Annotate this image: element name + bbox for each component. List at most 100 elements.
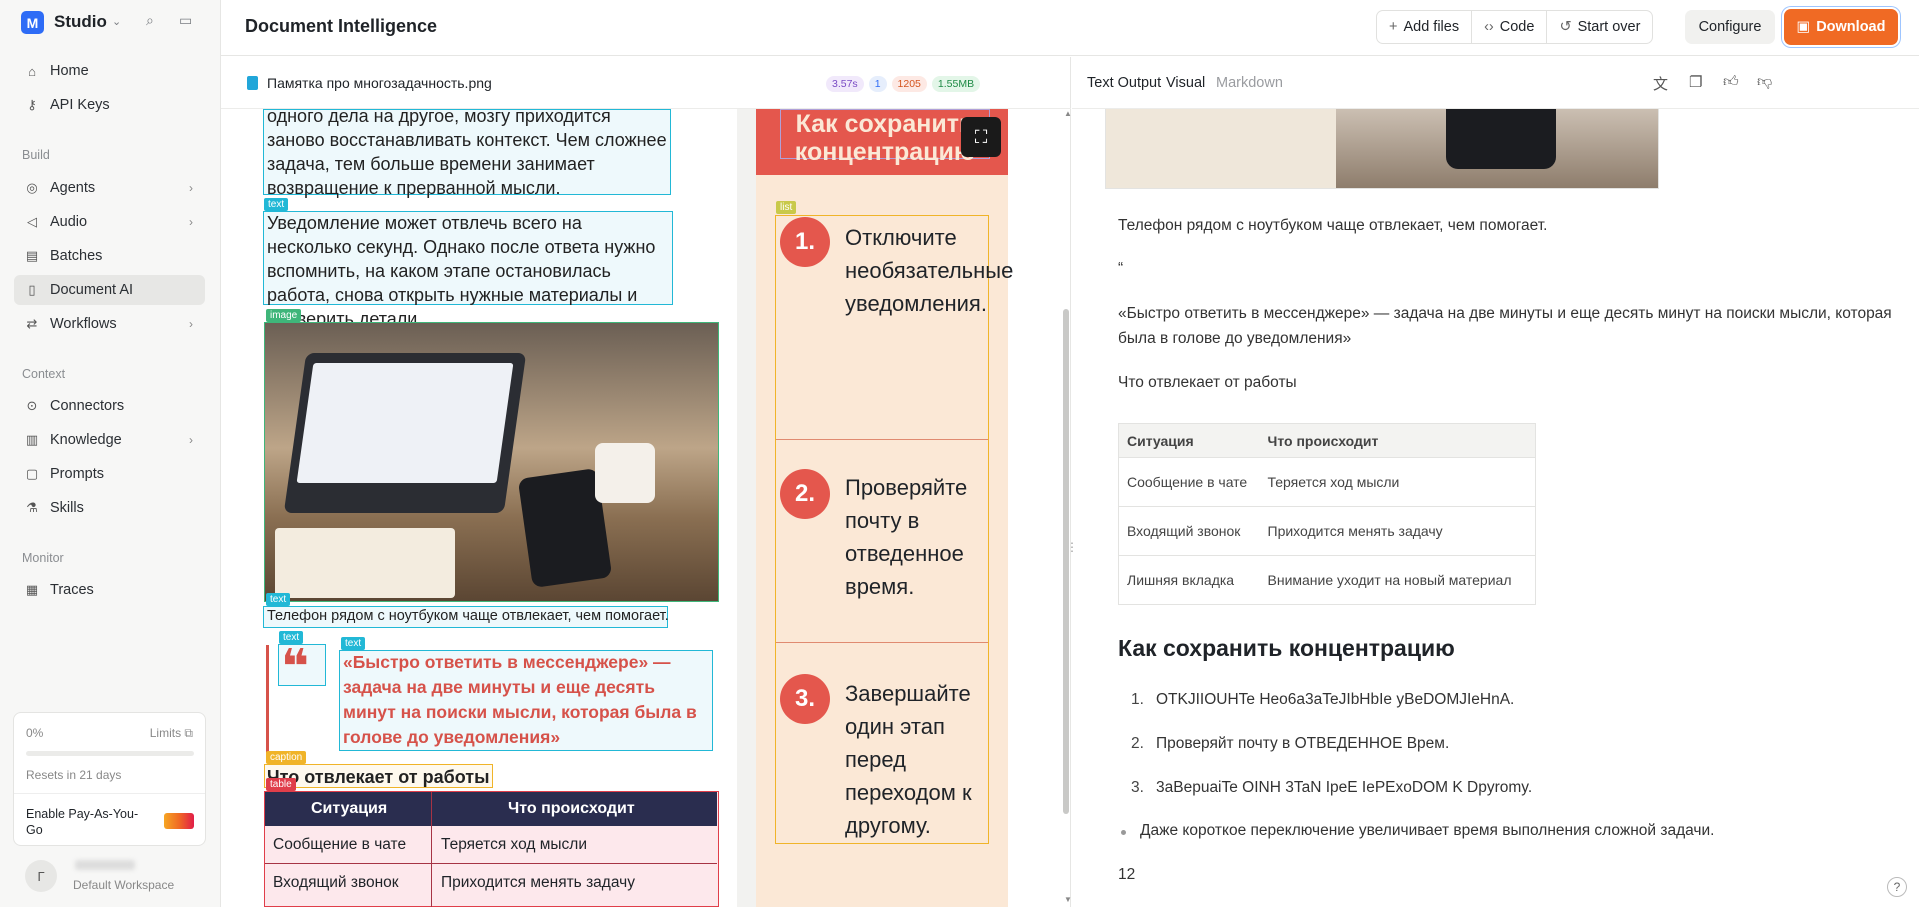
bullet-icon xyxy=(1121,830,1126,835)
workspace-switcher[interactable]: Г Default Workspace xyxy=(13,856,206,898)
resize-handle-icon[interactable]: ⋮ xyxy=(1066,540,1078,554)
table-highlight[interactable]: Ситуация Что происходит Сообщение в чате… xyxy=(264,791,719,907)
add-files-button[interactable]: + Add files xyxy=(1377,11,1473,43)
copy-icon[interactable]: ❐ xyxy=(1689,73,1702,91)
start-over-button[interactable]: ↺ Start over xyxy=(1547,11,1652,43)
output-table: Ситуация Что происходит Сообщение в чате Т… xyxy=(1118,423,1536,605)
list-step: Проверяйте почту в отведенное время. xyxy=(845,475,968,599)
table-cell: Входящий звонок xyxy=(273,874,399,891)
translate-icon[interactable]: 文 xyxy=(1653,73,1668,94)
sidebar-item-label: API Keys xyxy=(50,97,110,113)
sidebar-item-label: Traces xyxy=(50,582,94,598)
table-cell: Сообщение в чате xyxy=(273,836,407,853)
tab-text-output[interactable]: Text Output xyxy=(1087,75,1161,91)
tab-markdown[interactable]: Markdown xyxy=(1216,75,1283,91)
table-cell: Внимание уходит на новый материал xyxy=(1259,555,1536,605)
sidebar-item-label: Home xyxy=(50,63,89,79)
chevron-right-icon: › xyxy=(189,317,193,331)
external-link-icon: ⧉ xyxy=(184,726,193,740)
sidebar-item-label: Connectors xyxy=(50,398,125,414)
app-name[interactable]: Studio xyxy=(54,12,107,32)
document-paragraph: Уведомление может отвлечь всего на неско… xyxy=(267,213,656,329)
table-caption: Что отвлекает от работы xyxy=(267,767,490,787)
sidebar-item-document-ai[interactable]: ▯ Document AI xyxy=(14,275,205,305)
chevron-right-icon: › xyxy=(189,181,193,195)
file-icon xyxy=(247,76,258,90)
configure-button[interactable]: Configure xyxy=(1685,10,1775,44)
list-step: Отключите необязательные уведомления. xyxy=(845,225,1014,316)
thumbs-down-icon[interactable]: 👎︎ xyxy=(1757,73,1772,91)
table-row: Лишняя вкладка Внимание уходит на новый м… xyxy=(1118,555,1536,605)
sidebar-toggle-icon[interactable]: ▭ xyxy=(179,12,192,29)
document-paragraph: одного дела на другое, мозгу приходится … xyxy=(267,109,667,198)
sidebar-item-home[interactable]: ⌂ Home xyxy=(14,56,205,86)
sidebar-item-label: Skills xyxy=(50,500,84,516)
code-button[interactable]: ‹› Code xyxy=(1472,11,1548,43)
download-button[interactable]: ▣ Download xyxy=(1784,9,1898,45)
sidebar-item-skills[interactable]: ⚗ Skills xyxy=(14,493,205,523)
step-number: 2. xyxy=(780,469,830,519)
block-tag: list xyxy=(776,201,797,214)
sidebar-item-traces[interactable]: ▦ Traces xyxy=(14,575,205,605)
knowledge-icon: ▥ xyxy=(25,432,39,447)
table-header-cell: Ситуация xyxy=(1118,423,1260,458)
pull-quote: «Быстро ответить в мессенджере» — задача… xyxy=(343,652,697,747)
time-badge: 3.57s xyxy=(826,76,864,92)
output-heading: Как сохранить концентрацию xyxy=(1118,635,1455,661)
home-icon: ⌂ xyxy=(28,63,36,79)
tab-visual[interactable]: Visual xyxy=(1166,75,1205,91)
thumbs-up-icon[interactable]: 👍︎ xyxy=(1723,73,1739,91)
help-icon[interactable]: ? xyxy=(1887,877,1907,897)
batches-icon: ▤ xyxy=(25,248,39,263)
studio-logo[interactable]: M xyxy=(21,11,44,34)
photo-laptop-phone[interactable] xyxy=(264,322,719,602)
table-cell: Приходится менять задачу xyxy=(1259,506,1536,556)
user-name-redacted xyxy=(75,860,135,870)
list-number: 2. xyxy=(1131,735,1144,752)
payg-badge-icon xyxy=(164,813,194,829)
sidebar-item-label: Document AI xyxy=(50,282,134,298)
output-quote-mark: “ xyxy=(1118,260,1124,277)
section-context: Context xyxy=(22,367,66,381)
sidebar-item-agents[interactable]: ◎ Agents › xyxy=(14,173,205,203)
sidebar-item-label: Audio xyxy=(50,214,88,230)
output-image xyxy=(1105,109,1659,189)
sidebar-item-audio[interactable]: ◁ Audio › xyxy=(14,207,205,237)
reset-text: Resets in 21 days xyxy=(26,768,122,782)
usage-card: 0% Limits ⧉ Resets in 21 days Enable Pay… xyxy=(13,712,206,846)
search-icon[interactable]: ⌕ xyxy=(146,12,154,29)
document-canvas[interactable]: одного дела на другое, мозгу приходится … xyxy=(221,109,1061,907)
prompts-icon: ▢ xyxy=(25,466,39,481)
limits-link[interactable]: Limits ⧉ xyxy=(150,726,193,741)
sidebar-item-prompts[interactable]: ▢ Prompts xyxy=(14,459,205,489)
avatar: Г xyxy=(25,860,57,892)
sidebar-item-label: Agents xyxy=(50,180,96,196)
scrollbar[interactable]: ▲ ▼ xyxy=(1061,109,1072,907)
output-quote: «Быстро ответить в мессенджере» — задача… xyxy=(1118,305,1892,347)
tokens-badge: 1205 xyxy=(891,76,927,92)
output-page-number: 12 xyxy=(1118,866,1136,883)
document-preview-pane: Памятка про многозадачность.png 3.57s 1 … xyxy=(221,57,1072,907)
payg-link[interactable]: Enable Pay-As-You-Go xyxy=(26,806,146,838)
block-tag: image xyxy=(266,309,302,322)
list-step: Завершайте один этап перед переходом к д… xyxy=(845,681,972,838)
sidebar-item-workflows[interactable]: ⇄ Workflows › xyxy=(14,309,205,339)
file-stats: 3.57s 1 1205 1.55MB xyxy=(826,76,981,92)
key-icon: ⚷ xyxy=(27,97,37,112)
sidebar-item-batches[interactable]: ▤ Batches xyxy=(14,241,205,271)
sidebar-item-api-keys[interactable]: ⚷ API Keys xyxy=(14,90,205,120)
sidebar-item-knowledge[interactable]: ▥ Knowledge › xyxy=(14,425,205,455)
fullscreen-icon[interactable]: ⛶ xyxy=(961,117,1001,157)
document-icon: ▯ xyxy=(28,282,36,297)
chevron-down-icon[interactable]: ⌄ xyxy=(112,15,121,28)
scrollbar-thumb[interactable] xyxy=(1063,309,1069,814)
sidebar: M Studio ⌄ ⌕ ▭ ⌂ Home ⚷ API Keys Build ◎ Ag… xyxy=(0,0,221,907)
code-icon: ‹› xyxy=(1484,19,1494,35)
sidebar-item-connectors[interactable]: ⊙ Connectors xyxy=(14,391,205,421)
code-label: Code xyxy=(1499,19,1535,35)
table-cell: Теряется ход мысли xyxy=(441,836,587,853)
download-icon: ▣ xyxy=(1796,19,1811,35)
output-step: Проверяйт почту в ОТВЕДЕННОЕ Врем. xyxy=(1156,735,1450,752)
restart-icon: ↺ xyxy=(1559,19,1572,35)
table-row: Входящий звонок Приходится менять задачу xyxy=(1118,506,1536,556)
